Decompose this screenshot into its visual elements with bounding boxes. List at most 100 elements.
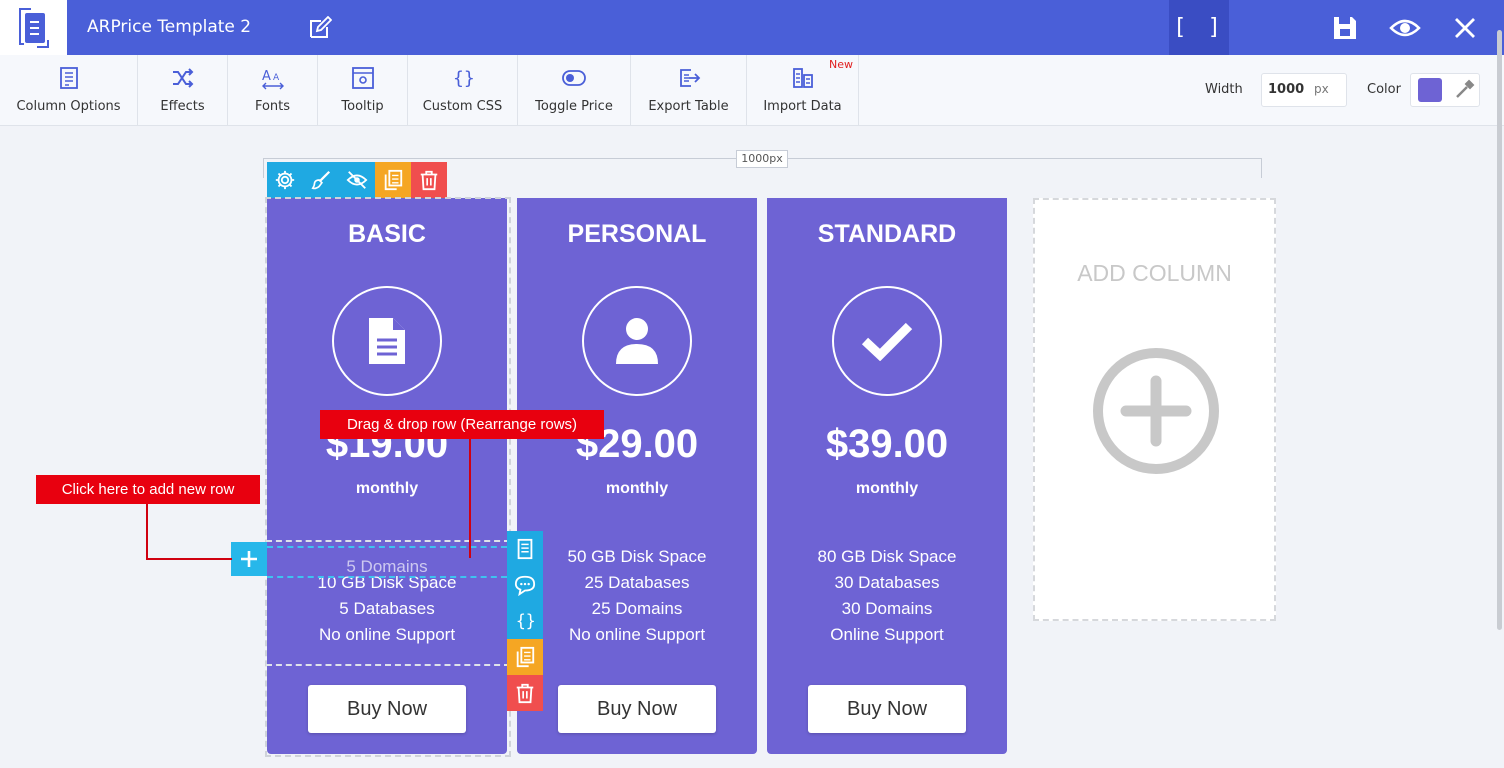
toolbar-label: Import Data: [763, 99, 842, 114]
plus-circle-icon[interactable]: [1092, 347, 1220, 475]
color-label: Color: [1367, 82, 1401, 97]
svg-text:A: A: [262, 69, 271, 84]
copy-icon: [384, 169, 403, 191]
fullscreen-button[interactable]: [ ]: [1169, 0, 1229, 55]
drag-callout-line: [469, 438, 471, 558]
ruler-label: 1000px: [736, 150, 788, 168]
logo-icon: [18, 7, 49, 48]
comment-icon: [514, 575, 536, 596]
preview-eye-icon[interactable]: [1389, 14, 1421, 42]
template-title: ARPrice Template 2: [87, 17, 252, 37]
width-unit: px: [1314, 82, 1329, 96]
new-badge: New: [829, 58, 853, 71]
import-icon: [792, 68, 813, 88]
trash-icon: [420, 170, 438, 191]
toolbar-label: Export Table: [648, 99, 729, 114]
feature-row[interactable]: 50 GB Disk Space: [517, 544, 757, 570]
svg-text:A: A: [273, 73, 280, 83]
toolbar-fonts[interactable]: A A Fonts: [228, 55, 318, 125]
color-swatch[interactable]: [1418, 78, 1442, 102]
brush-icon: [311, 170, 331, 190]
add-column-placeholder[interactable]: ADD COLUMN: [1033, 198, 1276, 621]
toolbar-toggle-price[interactable]: Toggle Price: [518, 55, 631, 125]
column-hide-button[interactable]: [339, 162, 375, 198]
column-settings-button[interactable]: [267, 162, 303, 198]
column-icon-circle: [582, 286, 692, 396]
toolbar-label: Column Options: [16, 99, 121, 114]
column-title: STANDARD: [817, 220, 957, 248]
toolbar-export-table[interactable]: Export Table: [631, 55, 747, 125]
column-icon-circle: [332, 286, 442, 396]
close-icon[interactable]: [1451, 14, 1479, 42]
eyedropper-icon[interactable]: [1453, 79, 1475, 101]
shuffle-icon: [172, 68, 193, 88]
gear-icon: [275, 170, 295, 190]
pricing-column-personal[interactable]: PERSONAL $29.00 monthly 50 GB Disk Space…: [517, 198, 757, 754]
scrollbar-thumb[interactable]: [1497, 30, 1502, 630]
user-icon: [616, 318, 658, 364]
row-tooltip-button[interactable]: [507, 567, 543, 603]
row-duplicate-button[interactable]: [507, 639, 543, 675]
svg-text:{}: {}: [516, 612, 536, 631]
edit-title-icon[interactable]: [308, 16, 332, 40]
width-label: Width: [1205, 82, 1243, 97]
feature-list: 80 GB Disk Space 30 Databases 30 Domains…: [767, 544, 1007, 648]
pricing-column-standard[interactable]: STANDARD $39.00 monthly 80 GB Disk Space…: [767, 198, 1007, 754]
pricing-column-basic[interactable]: BASIC $19.00 monthly 5 Domains 10 GB Dis…: [267, 198, 507, 754]
toolbar-tooltip[interactable]: Tooltip: [318, 55, 408, 125]
add-row-button[interactable]: [231, 542, 267, 576]
row-edit-button[interactable]: [507, 531, 543, 567]
feature-row[interactable]: 25 Domains: [517, 596, 757, 622]
row-delete-button[interactable]: [507, 675, 543, 711]
trash-icon: [516, 683, 534, 704]
buy-now-button[interactable]: Buy Now: [308, 685, 466, 733]
column-options-icon: [59, 67, 78, 89]
copy-icon: [516, 646, 535, 668]
save-icon[interactable]: [1331, 14, 1359, 42]
column-price: $39.00: [825, 422, 949, 466]
app-logo[interactable]: [0, 0, 67, 55]
buy-now-button[interactable]: Buy Now: [558, 685, 716, 733]
drag-drop-callout: Drag & drop row (Rearrange rows): [320, 410, 604, 439]
toolbar-custom-css[interactable]: {} Custom CSS: [408, 55, 518, 125]
eye-slash-icon: [346, 171, 368, 189]
row-toolbar: {}: [507, 531, 543, 711]
plus-icon: [241, 551, 257, 567]
column-period: monthly: [355, 480, 419, 497]
add-row-callout: Click here to add new row: [36, 475, 260, 504]
column-icon-circle: [832, 286, 942, 396]
dragging-feature-row[interactable]: 5 Domains: [267, 546, 507, 578]
add-row-callout-line-vertical: [146, 503, 148, 560]
feature-row[interactable]: 25 Databases: [517, 570, 757, 596]
svg-text:{}: {}: [453, 68, 475, 89]
braces-icon: {}: [453, 68, 475, 89]
row-css-button[interactable]: {}: [507, 603, 543, 639]
toolbar-label: Fonts: [254, 99, 291, 114]
column-duplicate-button[interactable]: [375, 162, 411, 198]
feature-row[interactable]: 80 GB Disk Space: [767, 544, 1007, 570]
column-style-button[interactable]: [303, 162, 339, 198]
checkmark-icon: [861, 322, 913, 361]
column-title: PERSONAL: [567, 220, 707, 248]
toolbar-effects[interactable]: Effects: [138, 55, 228, 125]
width-value: 1000: [1268, 82, 1305, 97]
buy-now-button[interactable]: Buy Now: [808, 685, 966, 733]
feature-row[interactable]: 30 Domains: [767, 596, 1007, 622]
document-icon: [369, 318, 405, 364]
add-column-label: ADD COLUMN: [1077, 260, 1232, 286]
column-period: monthly: [605, 480, 669, 497]
braces-icon: {}: [516, 612, 536, 631]
feature-row[interactable]: No online Support: [517, 622, 757, 648]
toolbar-label: Effects: [160, 99, 205, 114]
feature-list: 50 GB Disk Space 25 Databases 25 Domains…: [517, 544, 757, 648]
feature-row[interactable]: 30 Databases: [767, 570, 1007, 596]
toolbar-column-options[interactable]: Column Options: [0, 55, 138, 125]
toolbar-label: Toggle Price: [535, 99, 613, 114]
toolbar-label: Tooltip: [341, 99, 384, 114]
export-icon: [679, 69, 700, 87]
column-delete-button[interactable]: [411, 162, 447, 198]
feature-row[interactable]: Online Support: [767, 622, 1007, 648]
fonts-icon: A A: [262, 69, 284, 90]
column-period: monthly: [855, 480, 919, 497]
toolbar-label: Custom CSS: [422, 99, 503, 114]
